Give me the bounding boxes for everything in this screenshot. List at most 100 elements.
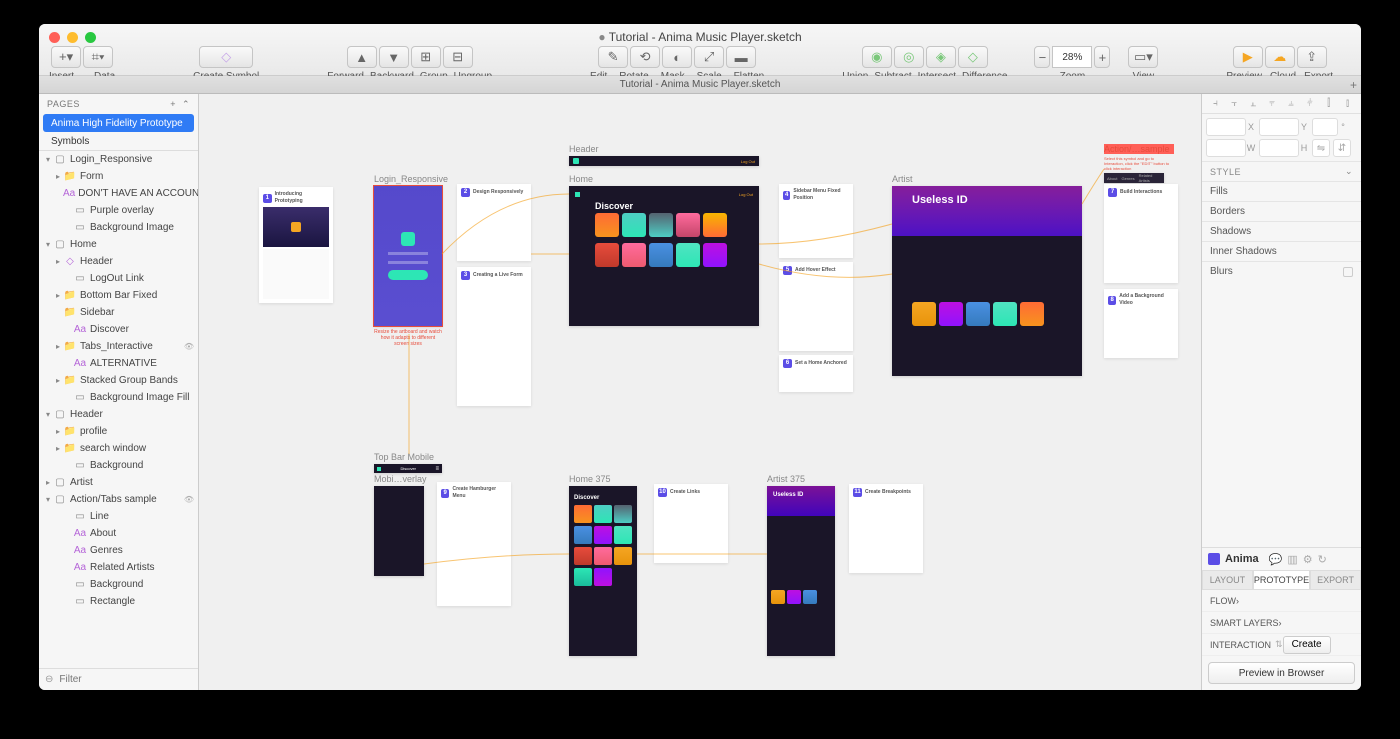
page-item[interactable]: Symbols — [39, 132, 198, 150]
tab-title[interactable]: Tutorial - Anima Music Player.sketch — [620, 79, 781, 90]
flip-v-icon[interactable]: ⇵ — [1333, 139, 1351, 157]
anima-flow-row[interactable]: FLOW› — [1202, 590, 1361, 612]
layer-row[interactable]: ▸📁Stacked Group Bands — [39, 372, 198, 389]
artboard-label[interactable]: Top Bar Mobile — [374, 452, 442, 462]
align-bottom-icon[interactable]: ⫩ — [1303, 97, 1317, 111]
canvas[interactable]: 1Introducing Prototyping Login_Responsiv… — [199, 94, 1201, 690]
align-hcenter-icon[interactable]: ⫟ — [1227, 97, 1241, 111]
anima-layout-icon[interactable]: ▥ — [1287, 553, 1297, 566]
style-chevron-icon[interactable]: ⌄ — [1345, 166, 1353, 177]
topbar-mobile-artboard[interactable]: Discover≡ — [374, 464, 442, 473]
artist-375-artboard[interactable]: Useless ID — [767, 486, 835, 656]
ungroup-button[interactable]: ⊟ — [443, 46, 473, 68]
layer-row[interactable]: AaRelated Artists — [39, 559, 198, 576]
align-top-icon[interactable]: ⫧ — [1265, 97, 1279, 111]
anima-refresh-icon[interactable]: ↻ — [1318, 553, 1327, 566]
add-tab-icon[interactable]: + — [1350, 78, 1357, 92]
data-button[interactable]: ⌗▾ — [83, 46, 113, 68]
create-symbol-button[interactable]: ◇ — [199, 46, 253, 68]
align-left-icon[interactable]: ⫞ — [1208, 97, 1222, 111]
layer-row[interactable]: ▸📁Bottom Bar Fixed — [39, 287, 198, 304]
subtract-button[interactable]: ◎ — [894, 46, 924, 68]
backward-button[interactable]: ▼ — [379, 46, 409, 68]
difference-button[interactable]: ◇ — [958, 46, 988, 68]
create-interaction-button[interactable]: Create — [1283, 636, 1331, 654]
y-input[interactable] — [1259, 118, 1299, 136]
layer-row[interactable]: AaAbout — [39, 525, 198, 542]
fills-row[interactable]: Fills — [1202, 181, 1361, 201]
anima-tab-export[interactable]: EXPORT — [1310, 570, 1361, 590]
layer-row[interactable]: ▾▢Action/Tabs sample👁 — [39, 491, 198, 508]
intersect-button[interactable]: ◈ — [926, 46, 956, 68]
insert-button[interactable]: +▾ — [51, 46, 81, 68]
preview-button[interactable]: ▶ — [1233, 46, 1263, 68]
layer-row[interactable]: ▸📁Tabs_Interactive👁 — [39, 338, 198, 355]
layer-row[interactable]: ▭Purple overlay — [39, 202, 198, 219]
artboard-label[interactable]: Mobi…verlay — [374, 474, 427, 484]
layer-row[interactable]: ▸📁search window — [39, 440, 198, 457]
distribute-v-icon[interactable]: ⫾ — [1341, 97, 1355, 111]
layer-row[interactable]: ▭Line — [39, 508, 198, 525]
add-page-icon[interactable]: + — [170, 99, 176, 109]
layer-row[interactable]: ▭Background — [39, 457, 198, 474]
zoom-out-button[interactable]: − — [1034, 46, 1050, 68]
layers-panel[interactable]: ▾▢Login_Responsive▸📁FormAaDON'T HAVE AN … — [39, 150, 198, 668]
layer-row[interactable]: ▸📁profile — [39, 423, 198, 440]
layer-row[interactable]: 📁Sidebar — [39, 304, 198, 321]
scale-button[interactable]: ⤢ — [694, 46, 724, 68]
layer-row[interactable]: ▭Background Image — [39, 219, 198, 236]
view-button[interactable]: ▭▾ — [1128, 46, 1158, 68]
cloud-button[interactable]: ☁ — [1265, 46, 1295, 68]
edit-button[interactable]: ✎ — [598, 46, 628, 68]
filter-input[interactable] — [59, 674, 192, 685]
zoom-display[interactable]: 28% — [1052, 46, 1092, 68]
layer-row[interactable]: ▸◇Header — [39, 253, 198, 270]
preview-in-browser-button[interactable]: Preview in Browser — [1208, 662, 1355, 684]
anima-chat-icon[interactable]: 💬 — [1269, 553, 1283, 566]
mobile-overlay-artboard[interactable] — [374, 486, 424, 576]
layer-row[interactable]: AaGenres — [39, 542, 198, 559]
artboard-label[interactable]: Action/…sample — [1104, 144, 1174, 154]
x-input[interactable] — [1206, 118, 1246, 136]
angle-input[interactable] — [1312, 118, 1338, 136]
layer-row[interactable]: ▾▢Home — [39, 236, 198, 253]
anima-gear-icon[interactable]: ⚙ — [1303, 553, 1313, 566]
layer-row[interactable]: ▾▢Login_Responsive — [39, 151, 198, 168]
forward-button[interactable]: ▲ — [347, 46, 377, 68]
action-tabs-artboard[interactable]: About Genres Related Artists — [1104, 173, 1164, 183]
page-item[interactable]: Anima High Fidelity Prototype — [43, 114, 194, 132]
union-button[interactable]: ◉ — [862, 46, 892, 68]
artboard-label[interactable]: Artist — [892, 174, 1082, 184]
layer-row[interactable]: ▸▢Artist — [39, 474, 198, 491]
layer-row[interactable]: ▭LogOut Link — [39, 270, 198, 287]
home-375-artboard[interactable]: Discover — [569, 486, 637, 656]
distribute-h-icon[interactable]: ⫿ — [1322, 97, 1336, 111]
rotate-button[interactable]: ⟲ — [630, 46, 660, 68]
artboard-label[interactable]: Header — [569, 144, 759, 154]
flatten-button[interactable]: ▬ — [726, 46, 756, 68]
borders-row[interactable]: Borders — [1202, 201, 1361, 221]
layer-row[interactable]: AaDON'T HAVE AN ACCOUN — [39, 185, 198, 202]
inner-shadows-row[interactable]: Inner Shadows — [1202, 241, 1361, 261]
artboard-label[interactable]: Home 375 — [569, 474, 637, 484]
export-button[interactable]: ⇪ — [1297, 46, 1327, 68]
artboard-label[interactable]: Home — [569, 174, 759, 184]
anima-tab-layout[interactable]: LAYOUT — [1202, 570, 1253, 590]
w-input[interactable] — [1206, 139, 1246, 157]
layer-row[interactable]: ▸📁Form — [39, 168, 198, 185]
blurs-row[interactable]: Blurs — [1202, 261, 1361, 281]
interaction-stepper-icon[interactable]: ⇅ — [1275, 639, 1283, 650]
align-vcenter-icon[interactable]: ⫨ — [1284, 97, 1298, 111]
artboard-label[interactable]: Artist 375 — [767, 474, 835, 484]
anima-smartlayers-row[interactable]: SMART LAYERS› — [1202, 612, 1361, 634]
home-artboard[interactable]: Log Out Discover — [569, 186, 759, 326]
artboard-label[interactable]: Login_Responsive — [374, 174, 448, 184]
collapse-pages-icon[interactable]: ⌃ — [182, 99, 190, 110]
flip-h-icon[interactable]: ⇋ — [1312, 139, 1330, 157]
layer-row[interactable]: AaALTERNATIVE — [39, 355, 198, 372]
zoom-in-button[interactable]: + — [1094, 46, 1110, 68]
layer-row[interactable]: ▭Background Image Fill — [39, 389, 198, 406]
layer-row[interactable]: ▭Background — [39, 576, 198, 593]
layer-row[interactable]: ▭Rectangle — [39, 593, 198, 610]
header-artboard[interactable]: Log Out — [569, 156, 759, 166]
